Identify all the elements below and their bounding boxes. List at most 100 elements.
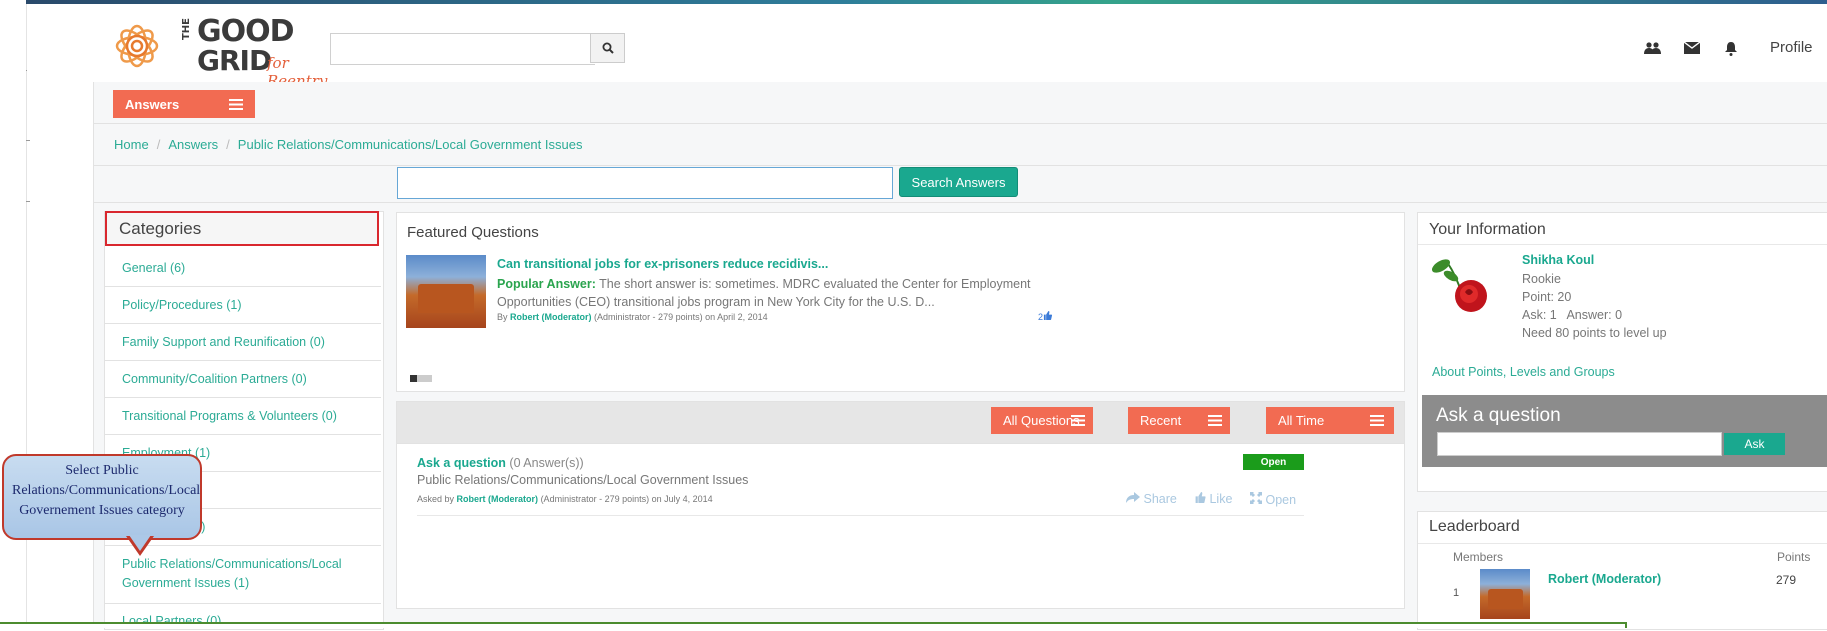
featured-title: Featured Questions [407,224,539,241]
open-label: Open [1265,493,1297,507]
like-count[interactable]: 2 [1038,311,1053,322]
answer-search-input[interactable] [397,167,893,199]
sunflower-logo-icon [115,24,159,68]
divider [93,165,1827,166]
menu-icon [1370,415,1384,426]
status-badge: Open [1243,454,1304,470]
ask-question-box: Ask a question Ask [1422,395,1827,467]
margin-tick [26,201,30,202]
share-action[interactable]: Share [1126,492,1177,506]
breadcrumb-home[interactable]: Home [114,137,149,152]
divider [1418,543,1827,544]
menu-icon [229,99,243,110]
leaderboard-panel: Leaderboard Members Points 1 Robert (Mod… [1417,511,1827,630]
categories-header: Categories [105,211,379,246]
featured-questions-panel: Featured Questions Can transitional jobs… [396,212,1405,392]
asked-prefix: Asked by [417,494,455,504]
breadcrumb-separator: / [226,137,230,152]
instruction-callout: Select Public Relations/Communications/L… [2,454,202,540]
site-search-button[interactable] [590,33,625,63]
bell-icon[interactable] [1721,38,1741,58]
divider [417,515,1304,516]
categories-title: Categories [119,219,202,238]
envelope-icon[interactable] [1682,38,1702,58]
filter-all-time[interactable]: All Time [1266,407,1394,434]
leaderboard-user[interactable]: Robert (Moderator) [1548,572,1661,586]
expand-icon [1250,492,1262,504]
byline-meta: (Administrator - 279 points) on April 2,… [594,312,768,322]
category-item[interactable]: General (6) [105,250,381,287]
filter-recent[interactable]: Recent [1128,407,1230,434]
leaderboard-avatar[interactable] [1480,569,1530,619]
answers-menu-label: Answers [125,97,180,112]
site-logo[interactable]: THE GOOD GRID for Reentry [101,14,327,90]
search-answers-button[interactable]: Search Answers [899,167,1018,197]
user-avatar[interactable] [1427,252,1497,316]
menu-icon [1208,415,1222,426]
question-category: Public Relations/Communications/Local Go… [417,473,749,487]
search-icon [602,42,614,54]
divider [93,123,1827,124]
user-level-up: Need 80 points to level up [1522,326,1667,340]
breadcrumb-answers[interactable]: Answers [168,137,218,152]
people-icon[interactable] [1643,38,1663,58]
category-item[interactable]: Policy/Procedures (1) [105,287,381,324]
leaderboard-title: Leaderboard [1429,518,1520,535]
your-information-title: Your Information [1429,221,1546,238]
asked-user[interactable]: Robert (Moderator) [457,494,539,504]
thumbs-up-icon [1043,311,1053,320]
carousel-pager[interactable] [410,375,432,382]
filter-all-questions[interactable]: All Questions [991,407,1093,434]
category-item[interactable]: Community/Coalition Partners (0) [105,361,381,398]
site-header: THE GOOD GRID for Reentry Profile [27,4,1827,90]
site-search-input[interactable] [330,33,595,65]
leaderboard-members-header: Members [1453,550,1504,564]
user-points: Point: 20 [1522,290,1572,304]
ask-question-input[interactable] [1437,432,1722,456]
user-ask-answer: Ask: 1 Answer: 0 [1522,308,1623,322]
user-rank: Rookie [1522,272,1561,286]
question-title-row: Ask a question (0 Answer(s)) [417,456,584,470]
question-title-link[interactable]: Ask a question [417,456,506,470]
filter-all-time-label: All Time [1278,413,1325,428]
popular-answer-label: Popular Answer: [497,277,596,291]
logo-the: THE [181,18,192,41]
menu-icon [1071,415,1085,426]
breadcrumb: Home / Answers / Public Relations/Communicat… [114,137,582,152]
about-points-link[interactable]: About Points, Levels and Groups [1432,365,1615,379]
leaderboard-user-points: 279 [1776,573,1797,587]
bottom-frame-edge [0,622,1627,628]
popular-answer: Popular Answer: The short answer is: som… [497,275,1057,311]
featured-thumbnail[interactable] [406,255,486,328]
ask-button[interactable]: Ask [1724,433,1785,455]
open-action[interactable]: Open [1250,492,1296,507]
category-item[interactable]: Transitional Programs & Volunteers (0) [105,398,381,435]
byline-user[interactable]: Robert (Moderator) [510,312,592,322]
divider [93,202,1827,203]
question-filter-bar [396,401,1405,444]
breadcrumb-separator: / [156,137,161,152]
user-name[interactable]: Shikha Koul [1522,253,1594,267]
leaderboard-points-header: Points [1777,550,1811,564]
share-icon [1126,492,1140,503]
divider [1418,244,1827,245]
like-label: Like [1209,492,1233,506]
asked-meta: (Administrator - 279 points) on July 4, … [540,494,713,504]
filter-all-questions-label: All Questions [1003,413,1080,428]
question-list: Ask a question (0 Answer(s)) Public Rela… [396,443,1405,609]
filter-recent-label: Recent [1140,413,1182,428]
thumbs-up-icon [1195,492,1206,503]
featured-question-link[interactable]: Can transitional jobs for ex-prisoners r… [497,257,828,271]
category-item[interactable]: Family Support and Reunification (0) [105,324,381,361]
featured-byline: By Robert (Moderator) (Administrator - 2… [497,312,768,322]
byline-prefix: By [497,312,508,322]
margin-tick [26,140,30,141]
callout-pointer-fill [129,535,151,551]
like-action[interactable]: Like [1194,492,1232,506]
share-label: Share [1143,492,1177,506]
answers-menu-button[interactable]: Answers [113,90,255,118]
profile-link[interactable]: Profile [1770,39,1813,56]
question-answer-count: (0 Answer(s)) [509,456,584,470]
breadcrumb-current-category[interactable]: Public Relations/Communications/Local Go… [238,137,583,152]
ask-question-title: Ask a question [1436,405,1561,426]
